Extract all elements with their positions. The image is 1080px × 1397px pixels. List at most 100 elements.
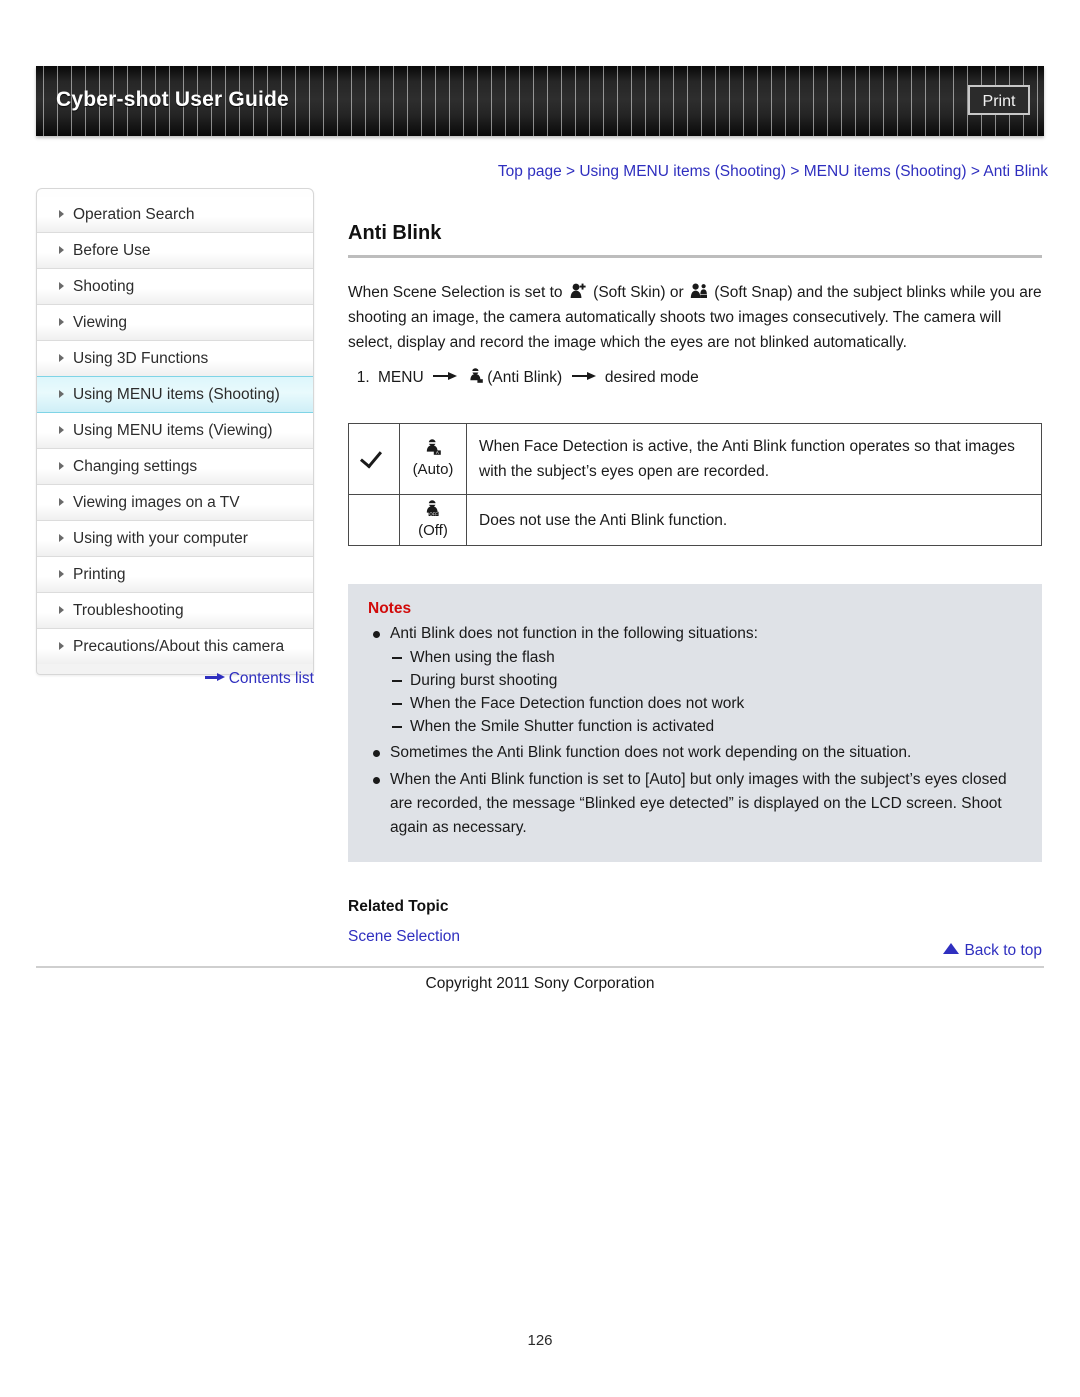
note-item: Anti Blink does not function in the foll… xyxy=(368,622,1022,738)
notes-list: Anti Blink does not function in the foll… xyxy=(368,622,1022,840)
sidebar-item-before-use[interactable]: Before Use xyxy=(37,233,313,269)
sidebar-item-using-menu-items-shooting[interactable]: Using MENU items (Shooting) xyxy=(37,376,313,413)
step-mode-label: (Anti Blink) xyxy=(487,369,563,386)
notes-box: Notes Anti Blink does not function in th… xyxy=(348,584,1042,862)
arrow-right-icon xyxy=(571,372,596,381)
sidebar-item-label: Precautions/About this camera xyxy=(73,638,285,655)
chevron-right-icon xyxy=(59,425,64,434)
sidebar-item-label: Viewing xyxy=(73,314,128,331)
sidebar-item-troubleshooting[interactable]: Troubleshooting xyxy=(37,593,313,629)
chevron-right-icon xyxy=(59,317,64,326)
back-to-top-link[interactable]: Back to top xyxy=(348,942,1042,960)
triangle-up-icon xyxy=(943,943,960,955)
settings-table: A (Auto) When Face Detection is active, … xyxy=(348,423,1042,546)
sidebar-item-printing[interactable]: Printing xyxy=(37,557,313,593)
sidebar-item-viewing[interactable]: Viewing xyxy=(37,305,313,341)
arrow-right-icon xyxy=(432,372,457,381)
sidebar-item-label: Printing xyxy=(73,566,126,583)
chevron-right-icon xyxy=(59,209,64,218)
table-cell-checkmark xyxy=(348,494,400,546)
chevron-right-icon xyxy=(59,533,64,542)
chevron-right-icon xyxy=(59,281,64,290)
page-title: Anti Blink xyxy=(348,222,1042,258)
note-sub-item: When the Smile Shutter function is activ… xyxy=(390,715,1022,738)
table-row: A (Auto) When Face Detection is active, … xyxy=(348,423,1042,495)
svg-text:A: A xyxy=(435,450,438,455)
note-text: Anti Blink does not function in the foll… xyxy=(390,625,758,642)
notes-title: Notes xyxy=(368,600,412,617)
steps-list: MENU (Anti Blink) desired mode xyxy=(348,365,1042,391)
table-cell-mode: A (Auto) xyxy=(399,423,467,495)
chevron-right-icon xyxy=(59,353,64,362)
sidebar-item-operation-search[interactable]: Operation Search xyxy=(37,197,313,233)
contents-list-link[interactable]: Contents list xyxy=(36,670,314,688)
chevron-right-icon xyxy=(59,569,64,578)
breadcrumb-separator: > xyxy=(561,163,580,180)
breadcrumb-separator: > xyxy=(786,163,804,180)
note-sub-item: When using the flash xyxy=(390,646,1022,669)
site-title: Cyber-shot User Guide xyxy=(56,88,289,111)
sidebar-item-label: Troubleshooting xyxy=(73,602,184,619)
anti-blink-off-icon: OFF xyxy=(424,499,443,518)
note-item: Sometimes the Anti Blink function does n… xyxy=(368,741,1022,765)
anti-blink-icon xyxy=(468,367,485,384)
soft-snap-icon xyxy=(690,282,708,299)
chevron-right-icon xyxy=(59,245,64,254)
sidebar-item-label: Changing settings xyxy=(73,458,198,475)
table-cell-checkmark xyxy=(348,423,400,495)
anti-blink-auto-icon: A xyxy=(424,438,443,457)
note-sub-item: During burst shooting xyxy=(390,669,1022,692)
sidebar-navigation: Operation Search Before Use Shooting Vie… xyxy=(36,188,314,675)
checkmark-icon xyxy=(361,446,387,468)
intro-text-part1: When Scene Selection is set to xyxy=(348,284,563,301)
sidebar-item-viewing-images-on-a-tv[interactable]: Viewing images on a TV xyxy=(37,485,313,521)
sidebar-item-shooting[interactable]: Shooting xyxy=(37,269,313,305)
document-page: Cyber-shot User Guide Print Top page > U… xyxy=(0,0,1080,1397)
breadcrumb-item-menu-items-shooting[interactable]: MENU items (Shooting) xyxy=(804,163,967,180)
arrow-right-icon xyxy=(204,673,225,682)
soft-skin-icon xyxy=(569,282,587,299)
sidebar-item-label: Shooting xyxy=(73,278,135,295)
mode-label: (Off) xyxy=(418,522,448,539)
sidebar-item-using-3d-functions[interactable]: Using 3D Functions xyxy=(37,341,313,377)
sidebar-item-label: Before Use xyxy=(73,242,151,259)
sidebar-item-label: Using MENU items (Shooting) xyxy=(73,386,280,403)
sidebar-item-label: Viewing images on a TV xyxy=(73,494,240,511)
print-button[interactable]: Print xyxy=(968,85,1030,115)
table-row: OFF (Off) Does not use the Anti Blink fu… xyxy=(348,494,1042,546)
note-item: When the Anti Blink function is set to [… xyxy=(368,768,1022,840)
table-cell-description: When Face Detection is active, the Anti … xyxy=(466,423,1042,495)
note-sub-list: When using the flash During burst shooti… xyxy=(390,646,1022,738)
svg-text:OFF: OFF xyxy=(429,511,438,516)
chevron-right-icon xyxy=(59,605,64,614)
breadcrumb: Top page > Using MENU items (Shooting) >… xyxy=(348,163,1048,181)
copyright-text: Copyright 2011 Sony Corporation xyxy=(425,975,655,992)
breadcrumb-item-using-menu-items-shooting[interactable]: Using MENU items (Shooting) xyxy=(579,163,786,180)
note-sub-item: When the Face Detection function does no… xyxy=(390,692,1022,715)
sidebar-item-label: Using 3D Functions xyxy=(73,350,209,367)
intro-paragraph: When Scene Selection is set to (Soft Ski… xyxy=(348,280,1042,355)
contents-list-label: Contents list xyxy=(228,670,314,687)
breadcrumb-item-anti-blink[interactable]: Anti Blink xyxy=(983,163,1048,180)
intro-text-part2: (Soft Skin) or xyxy=(593,284,684,301)
chevron-right-icon xyxy=(59,389,64,398)
sidebar-item-label: Using with your computer xyxy=(73,530,248,547)
back-to-top-label: Back to top xyxy=(964,942,1042,959)
breadcrumb-item-top-page[interactable]: Top page xyxy=(498,163,562,180)
sidebar-item-using-with-your-computer[interactable]: Using with your computer xyxy=(37,521,313,557)
sidebar-item-changing-settings[interactable]: Changing settings xyxy=(37,449,313,485)
related-topic-section: Related Topic Scene Selection xyxy=(348,898,1042,946)
sidebar-item-label: Using MENU items (Viewing) xyxy=(73,422,273,439)
step-item: MENU (Anti Blink) desired mode xyxy=(374,365,1042,391)
page-number: 126 xyxy=(527,1332,553,1349)
sidebar-item-using-menu-items-viewing[interactable]: Using MENU items (Viewing) xyxy=(37,413,313,449)
sidebar-item-label: Operation Search xyxy=(73,206,195,223)
chevron-right-icon xyxy=(59,497,64,506)
site-header-banner: Cyber-shot User Guide Print xyxy=(36,66,1044,136)
step-result-label: desired mode xyxy=(604,369,699,386)
sidebar-item-precautions-about-this-camera[interactable]: Precautions/About this camera xyxy=(37,629,313,664)
related-topic-title: Related Topic xyxy=(348,898,449,915)
mode-label: (Auto) xyxy=(412,461,454,478)
main-content: Anti Blink When Scene Selection is set t… xyxy=(348,222,1042,946)
chevron-right-icon xyxy=(59,641,64,650)
